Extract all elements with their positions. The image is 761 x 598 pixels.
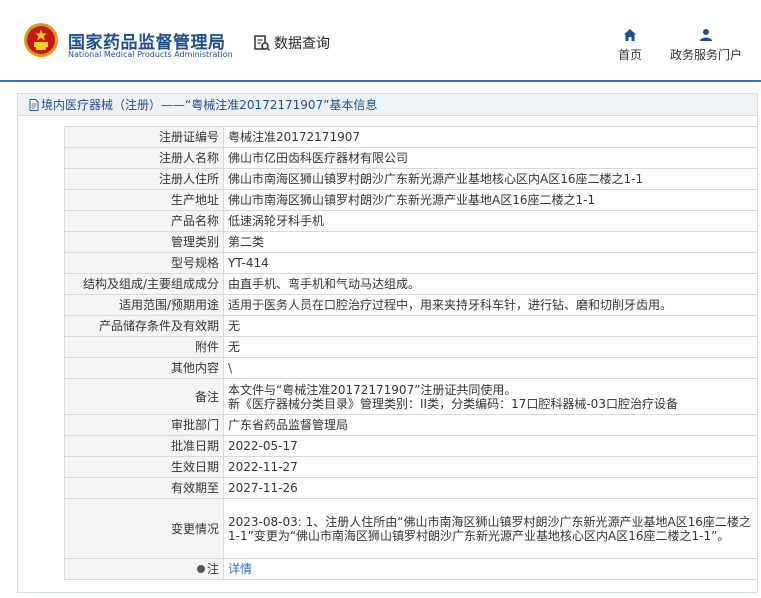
- remark-line: 新《医疗器械分类目录》管理类别：II类，分类编码：17口腔科器械-03口腔治疗设…: [228, 396, 678, 411]
- table-row: 注册证编号 粤械注准20172171907: [64, 126, 758, 148]
- table-row: 变更情况 2023-08-03: 1、注册人住所由“佛山市南海区狮山镇罗村朗沙广…: [64, 498, 758, 559]
- field-value: YT-414: [223, 252, 758, 274]
- field-label: 型号规格: [64, 252, 224, 274]
- field-value: 佛山市南海区狮山镇罗村朗沙广东新光源产业基地A区16座二楼之1-1: [223, 189, 758, 211]
- field-label: 结构及组成/主要组成成分: [64, 273, 224, 295]
- data-query-label: 数据查询: [274, 36, 330, 52]
- field-label: 注册人住所: [64, 168, 224, 190]
- table-row: 注册人名称 佛山市亿田齿科医疗器材有限公司: [64, 147, 758, 169]
- table-row: 生产地址 佛山市南海区狮山镇罗村朗沙广东新光源产业基地A区16座二楼之1-1: [64, 189, 758, 211]
- field-value: 本文件与“粤械注准20172171907”注册证共同使用。 新《医疗器械分类目录…: [223, 378, 758, 415]
- note-bullet-icon: [196, 565, 205, 573]
- table-row: 结构及组成/主要组成成分 由直手机、弯手机和气动马达组成。: [64, 273, 758, 295]
- field-label: 生产地址: [64, 189, 224, 211]
- home-icon: [624, 29, 636, 41]
- table-row: 批准日期 2022-05-17: [64, 435, 758, 457]
- field-label: 产品储存条件及有效期: [64, 315, 224, 337]
- nav-home-label: 首页: [617, 48, 642, 62]
- field-label: 生效日期: [64, 456, 224, 478]
- table-row: 产品名称 低速涡轮牙科手机: [64, 210, 758, 232]
- field-value: 2022-05-17: [223, 435, 758, 457]
- note-label: 注: [206, 562, 219, 576]
- table-row: 生效日期 2022-11-27: [64, 456, 758, 478]
- field-value: 适用于医务人员在口腔治疗过程中，用来夹持牙科车针，进行钻、磨和切削牙齿用。: [223, 294, 758, 316]
- table-row: 型号规格 YT-414: [64, 252, 758, 274]
- field-label: 有效期至: [64, 477, 224, 499]
- field-value: 2022-11-27: [223, 456, 758, 478]
- panel-title: 境内医疗器械（注册）——“粤械注准20172171907”基本信息: [18, 94, 757, 116]
- field-label: 附件: [64, 336, 224, 358]
- field-value: 2027-11-26: [223, 477, 758, 499]
- field-label: 产品名称: [64, 210, 224, 232]
- table-row: 有效期至 2027-11-26: [64, 477, 758, 499]
- field-value: 低速涡轮牙科手机: [223, 210, 758, 232]
- field-value: 2023-08-03: 1、注册人住所由“佛山市南海区狮山镇罗村朗沙广东新光源产…: [223, 498, 758, 559]
- search-document-icon: [254, 35, 271, 52]
- field-value: 无: [223, 315, 758, 337]
- table-row: 附件 无: [64, 336, 758, 358]
- remark-line: 本文件与“粤械注准20172171907”注册证共同使用。: [228, 382, 517, 397]
- field-label: 变更情况: [64, 498, 224, 559]
- field-label: 其他内容: [64, 357, 224, 379]
- panel-title-text: 境内医疗器械（注册）——“粤械注准20172171907”基本信息: [41, 98, 378, 112]
- registration-info-table: 注册证编号 粤械注准20172171907 注册人名称 佛山市亿田齿科医疗器材有…: [64, 126, 758, 580]
- table-row: 注册人住所 佛山市南海区狮山镇罗村朗沙广东新光源产业基地核心区内A区16座二楼之…: [64, 168, 758, 190]
- table-row: 注 详情: [64, 558, 758, 580]
- details-link[interactable]: 详情: [228, 562, 252, 576]
- national-emblem-icon: [24, 23, 58, 57]
- field-value: 佛山市亿田齿科医疗器材有限公司: [223, 147, 758, 169]
- field-label: 管理类别: [64, 231, 224, 253]
- field-value: 第二类: [223, 231, 758, 253]
- agency-name-en[interactable]: National Medical Products Administration: [68, 50, 233, 59]
- field-label: 审批部门: [64, 414, 224, 436]
- field-value: 广东省药品监督管理局: [223, 414, 758, 436]
- nav-home[interactable]: 首页: [612, 28, 648, 63]
- field-label: 适用范围/预期用途: [64, 294, 224, 316]
- field-value: 无: [223, 336, 758, 358]
- field-value: 由直手机、弯手机和气动马达组成。: [223, 273, 758, 295]
- table-row: 其他内容 \: [64, 357, 758, 379]
- field-label: 批准日期: [64, 435, 224, 457]
- data-query-link[interactable]: 数据查询: [253, 33, 330, 53]
- field-label: 注册证编号: [64, 126, 224, 148]
- document-icon: [29, 98, 39, 111]
- site-header: 国家药品监督管理局 National Medical Products Admi…: [0, 0, 761, 82]
- table-row: 审批部门 广东省药品监督管理局: [64, 414, 758, 436]
- field-value: 佛山市南海区狮山镇罗村朗沙广东新光源产业基地核心区内A区16座二楼之1-1: [223, 168, 758, 190]
- table-row: 适用范围/预期用途 适用于医务人员在口腔治疗过程中，用来夹持牙科车针，进行钻、磨…: [64, 294, 758, 316]
- field-value: \: [223, 357, 758, 379]
- field-label: 注册人名称: [64, 147, 224, 169]
- field-label: 注: [64, 558, 224, 580]
- user-icon: [700, 29, 712, 41]
- table-row: 管理类别 第二类: [64, 231, 758, 253]
- nav-service-portal[interactable]: 政务服务门户: [666, 28, 746, 63]
- table-row: 产品储存条件及有效期 无: [64, 315, 758, 337]
- field-value: 详情: [223, 558, 758, 580]
- field-label: 备注: [64, 378, 224, 415]
- header-divider: [0, 80, 761, 82]
- nav-service-portal-label: 政务服务门户: [669, 48, 742, 62]
- table-row: 备注 本文件与“粤械注准20172171907”注册证共同使用。 新《医疗器械分…: [64, 378, 758, 415]
- field-value: 粤械注准20172171907: [223, 126, 758, 148]
